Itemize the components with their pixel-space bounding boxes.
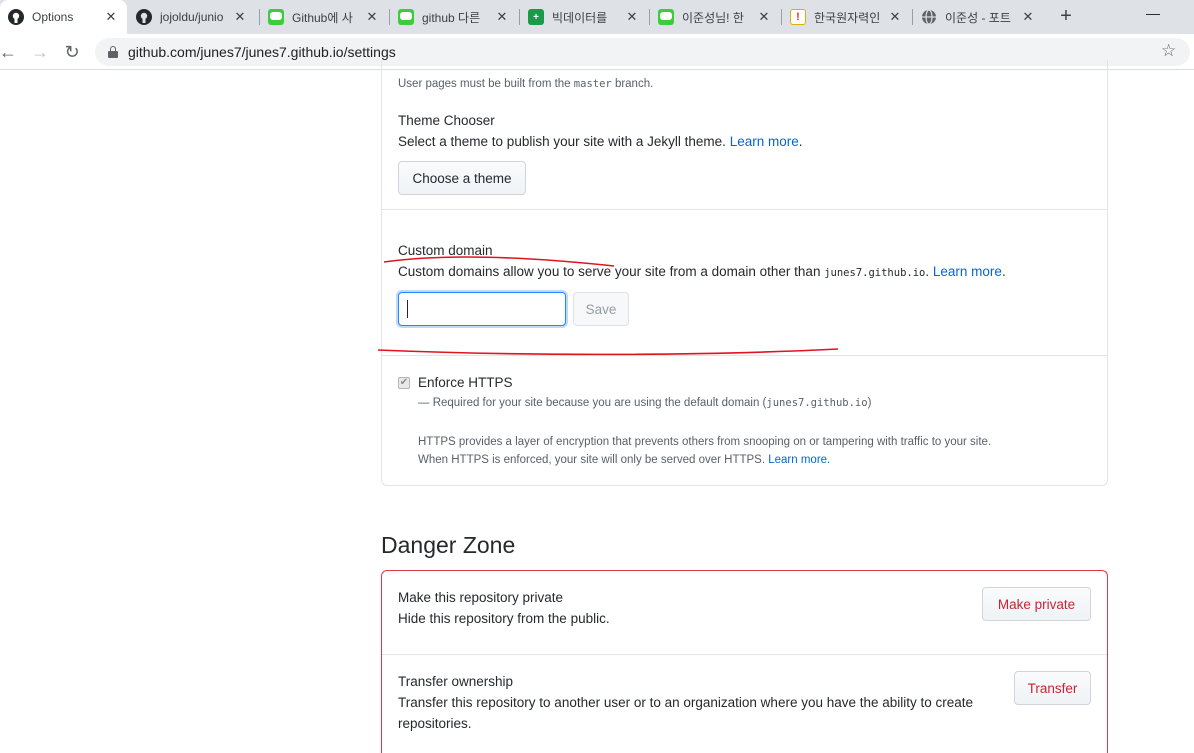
make-private-desc: Hide this repository from the public. xyxy=(398,611,610,626)
https-info-line-1: HTTPS provides a layer of encryption tha… xyxy=(418,436,992,448)
forward-arrow-icon[interactable]: → xyxy=(28,40,52,64)
lock-icon xyxy=(108,46,118,58)
enforce-https-checkbox[interactable]: ✔ xyxy=(398,377,410,389)
minimize-icon[interactable]: — xyxy=(1143,5,1163,25)
line-icon xyxy=(268,9,284,25)
tab-title: github 다른 xyxy=(422,10,481,25)
danger-divider xyxy=(382,654,1107,655)
tab-line-message[interactable]: 이준성님! 한 ✕ xyxy=(650,0,780,34)
tab-portfolio[interactable]: 이준성 - 포트 ✕ xyxy=(913,0,1044,34)
tab-title: 빅데이터를 xyxy=(552,10,608,25)
custom-domain-title: Custom domain xyxy=(398,243,493,258)
sheets-icon: + xyxy=(528,9,544,25)
tab-title: jojoldu/junio xyxy=(160,10,224,24)
theme-chooser-title: Theme Chooser xyxy=(398,113,495,128)
transfer-title: Transfer ownership xyxy=(398,674,514,689)
theme-learn-more-link[interactable]: Learn more xyxy=(730,134,799,149)
close-icon[interactable]: ✕ xyxy=(756,9,772,25)
close-icon[interactable]: ✕ xyxy=(232,9,248,25)
close-icon[interactable]: ✕ xyxy=(1020,9,1036,25)
make-private-button[interactable]: Make private xyxy=(982,587,1091,621)
globe-icon xyxy=(921,9,937,25)
back-arrow-icon[interactable]: ← xyxy=(0,40,20,64)
pages-branch-note: User pages must be built from the master… xyxy=(398,78,654,90)
tab-github-line-2[interactable]: github 다른 ✕ xyxy=(390,0,518,34)
tab-strip: Options ✕ jojoldu/junio ✕ Github에 사 ✕ gi… xyxy=(0,0,1194,34)
https-learn-more-link[interactable]: Learn more. xyxy=(768,454,830,466)
custom-domain-desc: Custom domains allow you to serve your s… xyxy=(398,264,1006,279)
bookmark-star-icon[interactable]: ☆ xyxy=(1161,41,1176,61)
section-divider xyxy=(382,355,1107,356)
https-info-line-2: When HTTPS is enforced, your site will o… xyxy=(418,454,831,466)
kakao-icon: ! xyxy=(790,9,806,25)
tab-title: Github에 사 xyxy=(292,10,353,25)
line-icon xyxy=(398,9,414,25)
line-icon xyxy=(658,9,674,25)
tab-bigdata[interactable]: + 빅데이터를 ✕ xyxy=(520,0,648,34)
danger-zone-title: Danger Zone xyxy=(381,532,516,558)
tab-options[interactable]: Options ✕ xyxy=(0,0,127,34)
custom-domain-input[interactable] xyxy=(398,292,566,326)
tab-title: 이준성님! 한 xyxy=(682,10,744,25)
tab-title: Options xyxy=(32,10,74,24)
tab-github-line-1[interactable]: Github에 사 ✕ xyxy=(260,0,388,34)
https-required-note: — Required for your site because you are… xyxy=(418,397,872,409)
tab-kaeri[interactable]: ! 한국원자력인 ✕ xyxy=(782,0,911,34)
close-icon[interactable]: ✕ xyxy=(887,9,903,25)
enforce-https-label: Enforce HTTPS xyxy=(418,375,513,390)
close-icon[interactable]: ✕ xyxy=(624,9,640,25)
tab-jojoldu[interactable]: jojoldu/junio ✕ xyxy=(128,0,256,34)
close-icon[interactable]: ✕ xyxy=(364,9,380,25)
branch-name: master xyxy=(573,78,612,90)
reload-icon[interactable]: ↻ xyxy=(60,40,84,64)
new-tab-button[interactable]: + xyxy=(1055,5,1077,27)
theme-chooser-desc: Select a theme to publish your site with… xyxy=(398,134,803,149)
close-icon[interactable]: ✕ xyxy=(103,9,119,25)
transfer-desc-line-1: Transfer this repository to another user… xyxy=(398,695,974,710)
custom-domain-learn-more-link[interactable]: Learn more xyxy=(933,264,1002,279)
text-caret xyxy=(407,300,408,318)
section-divider xyxy=(382,209,1107,210)
url-text: github.com/junes7/junes7.github.io/setti… xyxy=(128,44,396,60)
settings-content: User pages must be built from the master… xyxy=(0,60,1194,753)
close-icon[interactable]: ✕ xyxy=(494,9,510,25)
transfer-button[interactable]: Transfer xyxy=(1014,671,1091,705)
tab-title: 한국원자력인 xyxy=(814,10,881,25)
save-button[interactable]: Save xyxy=(573,292,629,326)
github-icon xyxy=(136,9,152,25)
github-icon xyxy=(8,9,24,25)
transfer-desc-line-2: repositories. xyxy=(398,716,472,731)
choose-theme-button[interactable]: Choose a theme xyxy=(398,161,526,195)
tab-title: 이준성 - 포트 xyxy=(945,10,1011,25)
make-private-title: Make this repository private xyxy=(398,590,564,605)
default-domain: junes7.github.io xyxy=(824,267,926,279)
